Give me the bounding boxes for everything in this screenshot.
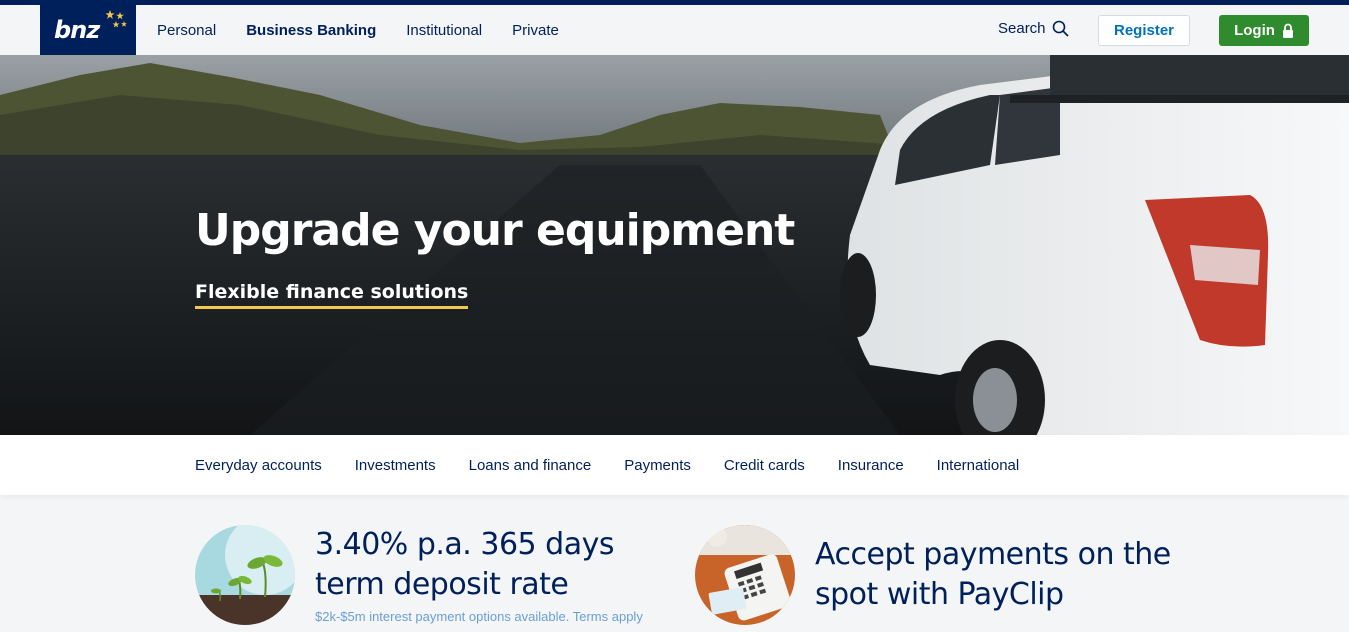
- seedling-image: [195, 525, 295, 625]
- payclip-image: [695, 525, 795, 625]
- logo-text: bnz: [54, 16, 100, 44]
- nav-private[interactable]: Private: [512, 22, 559, 39]
- subnav-credit-cards[interactable]: Credit cards: [724, 457, 805, 474]
- hero-link[interactable]: Flexible finance solutions: [195, 281, 469, 309]
- subnav-loans-and-finance[interactable]: Loans and finance: [469, 457, 592, 474]
- login-label: Login: [1234, 22, 1275, 39]
- nav-business-banking[interactable]: Business Banking: [246, 22, 376, 39]
- hero-banner: Upgrade your equipment Flexible finance …: [0, 55, 1349, 435]
- promo-term-deposit-title-line2: term deposit rate: [315, 567, 569, 602]
- search-label: Search: [998, 20, 1046, 37]
- main-nav: Personal Business Banking Institutional …: [157, 5, 589, 55]
- register-button[interactable]: Register: [1098, 15, 1190, 46]
- search-button[interactable]: Search: [998, 20, 1069, 37]
- subnav-payments[interactable]: Payments: [624, 457, 691, 474]
- subnav-international[interactable]: International: [937, 457, 1020, 474]
- stars-icon: [105, 10, 127, 28]
- search-icon: [1052, 20, 1069, 37]
- promo-payclip-title-line1: Accept payments on the: [815, 537, 1171, 572]
- subnav-insurance[interactable]: Insurance: [838, 457, 904, 474]
- nav-institutional[interactable]: Institutional: [406, 22, 482, 39]
- promo-payclip-title-line2: spot with PayClip: [815, 577, 1064, 612]
- hero-title: Upgrade your equipment: [195, 205, 795, 256]
- login-button[interactable]: Login: [1219, 15, 1309, 46]
- bnz-logo[interactable]: bnz: [40, 5, 136, 55]
- promo-term-deposit-title-line1: 3.40% p.a. 365 days: [315, 527, 614, 562]
- promo-term-deposit[interactable]: 3.40% p.a. 365 days term deposit rate $2…: [195, 525, 643, 625]
- nav-personal[interactable]: Personal: [157, 22, 216, 39]
- register-label: Register: [1113, 22, 1175, 39]
- promo-term-deposit-subtitle: $2k-$5m interest payment options availab…: [315, 609, 643, 624]
- subnav-investments[interactable]: Investments: [355, 457, 436, 474]
- subnav-everyday-accounts[interactable]: Everyday accounts: [195, 457, 322, 474]
- promo-payclip[interactable]: Accept payments on the spot with PayClip: [695, 525, 1171, 625]
- site-header: bnz Personal Business Banking Institutio…: [0, 5, 1349, 55]
- lock-icon: [1282, 23, 1293, 38]
- product-nav: Everyday accounts Investments Loans and …: [0, 435, 1349, 495]
